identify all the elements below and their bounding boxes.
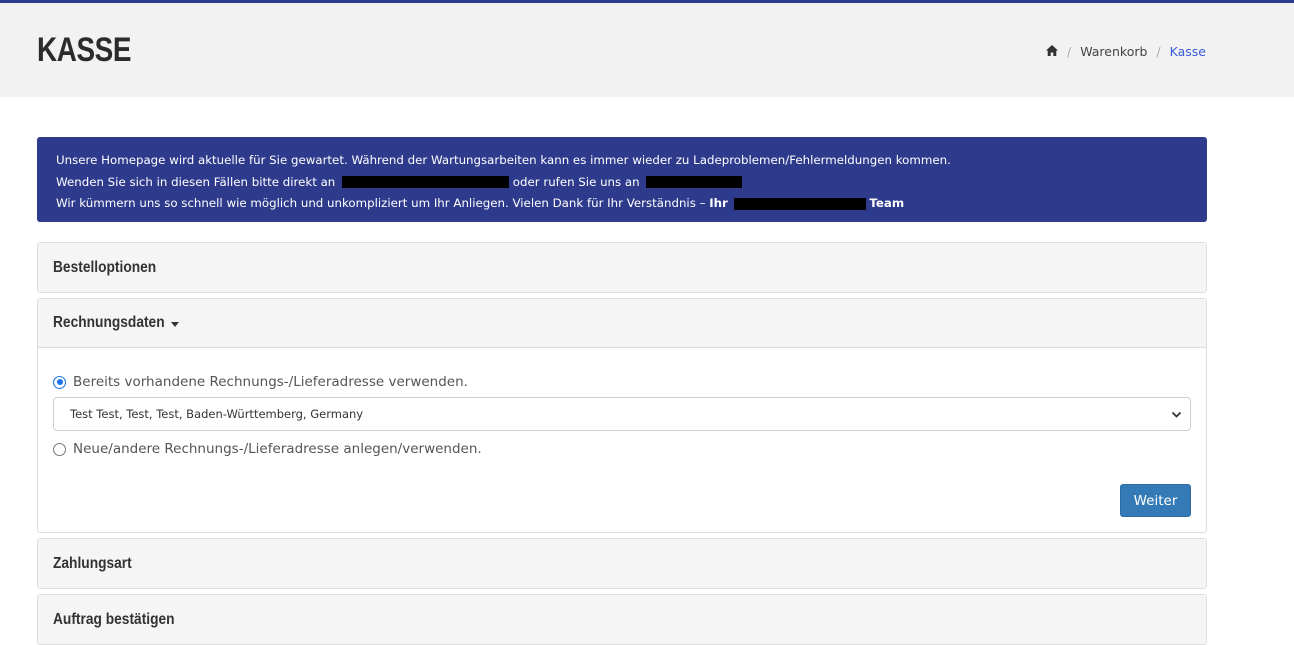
panel-zahlungsart: Zahlungsart: [37, 538, 1207, 589]
caret-down-icon: [170, 321, 179, 327]
option-new-address-label: Neue/andere Rechnungs-/Lieferadresse anl…: [73, 441, 482, 457]
breadcrumb-kasse[interactable]: Kasse: [1170, 44, 1206, 59]
home-icon[interactable]: [1045, 44, 1058, 59]
notice-team: Team: [869, 196, 905, 210]
radio-new-address[interactable]: [53, 442, 66, 456]
panel-title-zahlungsart: Zahlungsart: [53, 554, 132, 572]
breadcrumb: / Warenkorb / Kasse: [1045, 44, 1206, 59]
notice-line-3-start: Wir kümmern uns so schnell wie möglich u…: [56, 196, 706, 210]
notice-line-1: Unsere Homepage wird aktuelle für Sie ge…: [56, 153, 951, 167]
page-header: KASSE / Warenkorb / Kasse: [0, 3, 1294, 97]
breadcrumb-separator: /: [1156, 44, 1161, 59]
notice-line-3: Wir kümmern uns so schnell wie möglich u…: [56, 193, 1188, 215]
page-title: KASSE: [37, 31, 132, 69]
panel-title-rechnungsdaten: Rechnungsdaten: [53, 314, 165, 331]
option-new-address[interactable]: Neue/andere Rechnungs-/Lieferadresse anl…: [53, 441, 482, 457]
panel-title-auftrag-bestaetigen: Auftrag bestätigen: [53, 610, 175, 628]
breadcrumb-warenkorb[interactable]: Warenkorb: [1080, 44, 1147, 59]
option-existing-address-label: Bereits vorhandene Rechnungs-/Lieferadre…: [73, 374, 468, 390]
breadcrumb-separator: /: [1066, 44, 1072, 59]
panel-heading-zahlungsart[interactable]: Zahlungsart: [38, 539, 1206, 588]
panel-heading-bestelloptionen[interactable]: Bestelloptionen: [38, 243, 1206, 292]
redacted-phone: [646, 176, 743, 188]
option-existing-address[interactable]: Bereits vorhandene Rechnungs-/Lieferadre…: [53, 374, 468, 390]
address-select-value: Test Test, Test, Test, Baden-Württemberg…: [70, 407, 364, 421]
panel-heading-rechnungsdaten[interactable]: Rechnungsdaten: [38, 299, 1206, 348]
notice-ihr: Ihr: [709, 196, 728, 210]
address-select[interactable]: Test Test, Test, Test, Baden-Württemberg…: [53, 397, 1191, 431]
notice-line-2: Wenden Sie sich in diesen Fällen bitte d…: [56, 172, 1188, 194]
weiter-button[interactable]: Weiter: [1120, 484, 1191, 517]
panel-title-bestelloptionen: Bestelloptionen: [53, 258, 157, 276]
panel-rechnungsdaten: Rechnungsdaten Bereits vorhandene Rechnu…: [37, 298, 1207, 533]
redacted-email: [342, 176, 510, 188]
notice-line-2-start: Wenden Sie sich in diesen Fällen bitte d…: [56, 174, 336, 189]
panel-bestelloptionen: Bestelloptionen: [37, 242, 1207, 293]
radio-existing-address[interactable]: [53, 375, 66, 389]
panel-auftrag-bestaetigen: Auftrag bestätigen: [37, 594, 1207, 645]
maintenance-notice: Unsere Homepage wird aktuelle für Sie ge…: [37, 137, 1207, 222]
notice-line-2-middle: oder rufen Sie uns an: [512, 174, 640, 189]
chevron-down-icon: [1171, 411, 1182, 418]
panel-heading-auftrag-bestaetigen[interactable]: Auftrag bestätigen: [38, 595, 1206, 644]
redacted-company: [733, 197, 866, 210]
